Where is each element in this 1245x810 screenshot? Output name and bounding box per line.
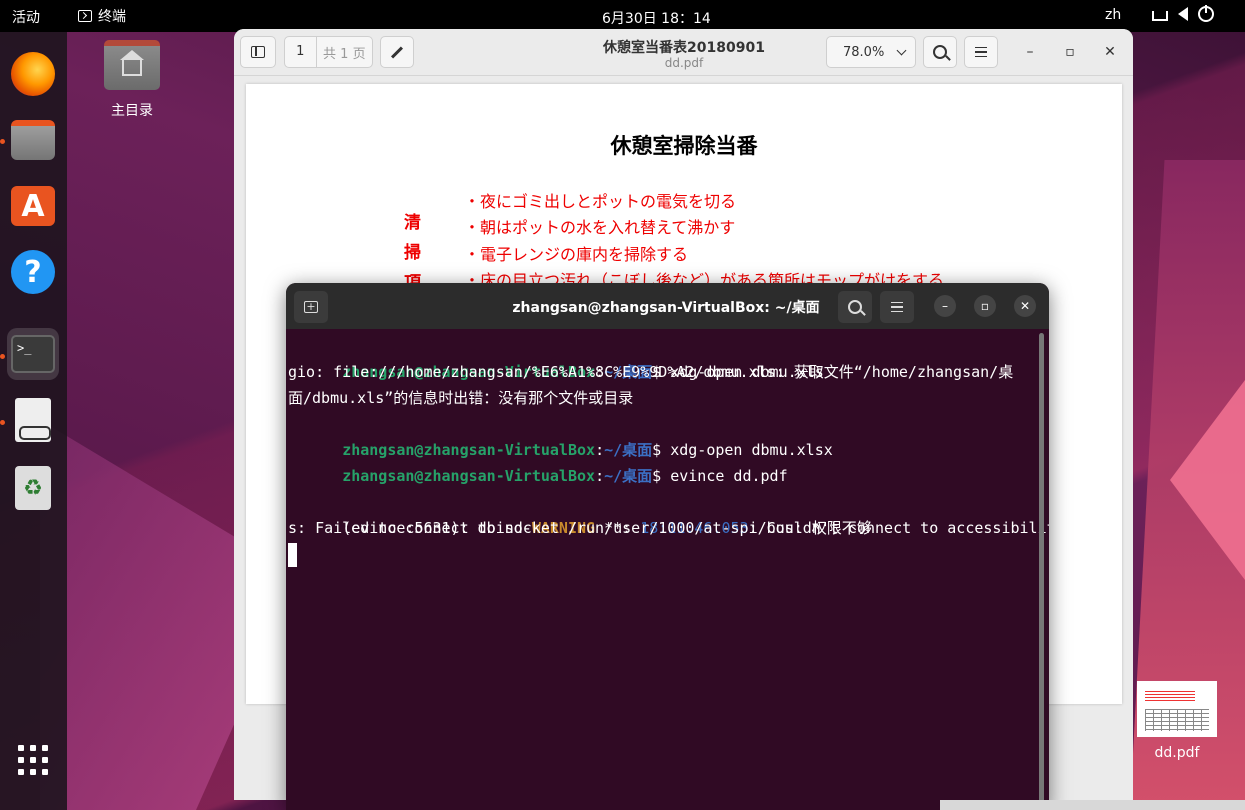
document-line: ・朝はポットの水を入れ替えて沸かす [464,218,736,237]
chevron-down-icon [896,45,907,55]
activities-button[interactable]: 活动 [12,7,40,27]
show-apps-button[interactable] [7,734,59,786]
window-title: 休憩室当番表20180901 [603,40,765,56]
prompt-dollar: $ [652,441,662,459]
terminal-scrollbar[interactable] [1039,333,1044,803]
document-line: ・夜にゴミ出しとポットの電気を切る [464,192,737,211]
minimize-button[interactable]: – [934,295,956,317]
search-icon [933,45,947,59]
maximize-button[interactable]: ▫ [1061,43,1079,61]
home-folder-icon [104,40,160,90]
system-tray[interactable] [1152,5,1214,22]
network-icon [1152,11,1168,21]
close-button[interactable]: ✕ [1014,295,1036,317]
running-indicator [0,420,5,425]
app-grid-icon [18,745,48,775]
running-indicator [0,139,5,144]
terminal-window: + zhangsan@zhangsan-VirtualBox: ~/桌面 – ▫… [286,283,1049,810]
terminal-line: (evince:5631): dbind-WARNING **: 18:11:4… [288,489,1049,537]
prompt-user: zhangsan@zhangsan-VirtualBox [342,441,596,459]
top-bar: 活动 终端 6月30日 18：14 zh [0,0,1245,32]
document-viewer-icon [15,398,51,442]
power-icon [1198,5,1214,22]
dock-firefox[interactable] [7,48,59,100]
viewer-header-bar: 1 共 1 页 休憩室当番表20180901 dd.pdf 78.0% – ▫ … [234,29,1133,76]
page-count: 共 1 页 [323,46,366,62]
warning-message: s: Failed to connect to socket /run/user… [288,519,872,537]
command-text: evince dd.pdf [661,467,788,485]
terminal-line [288,541,1038,567]
prompt-user: zhangsan@zhangsan-VirtualBox [342,467,596,485]
terminal-search-button[interactable] [838,291,872,323]
dock-terminal[interactable]: >_ [7,328,59,380]
volume-icon [1178,7,1188,21]
app-menu[interactable]: 终端 [78,6,126,26]
desktop-home-folder[interactable]: 主目录 [100,40,164,120]
dock-help[interactable]: ? [7,246,59,298]
running-indicator [0,354,5,359]
terminal-header-bar: + zhangsan@zhangsan-VirtualBox: ~/桌面 – ▫… [286,283,1049,329]
dock-document-viewer[interactable] [7,394,59,446]
prompt-separator: : [595,467,605,485]
document-heading: 休憩室掃除当番 [610,134,758,158]
prompt-path: ~/桌面 [604,441,653,459]
dock-trash[interactable]: ♻ [7,462,59,514]
side-label-char: 清 [404,213,421,233]
terminal-line: zhangsan@zhangsan-VirtualBox:~/桌面$ xdg-o… [288,411,1038,459]
zoom-value: 78.0% [843,44,885,60]
dock-app-center[interactable]: A [7,180,59,232]
error-text: gio: file:///home/zhangsan/%E6%A1%8C%E9%… [288,363,1014,381]
search-icon [848,300,862,314]
terminal-icon: >_ [11,335,55,373]
desktop-pdf-file[interactable]: dd.pdf [1137,681,1217,761]
side-label-char: 掃 [404,243,421,263]
input-method-indicator[interactable]: zh [1105,7,1121,23]
search-button[interactable] [923,36,957,68]
menu-button[interactable] [964,36,998,68]
prompt-separator: : [595,441,605,459]
maximize-button[interactable]: ▫ [974,295,996,317]
error-text: 面/dbmu.xls”的信息时出错：没有那个文件或目录 [288,389,634,407]
hamburger-menu-icon [975,47,987,57]
terminal-output[interactable]: zhangsan@zhangsan-VirtualBox:~/桌面$ xdg-o… [288,333,1049,567]
prompt-dollar: $ [652,467,662,485]
desktop-icon-label: 主目录 [111,103,153,119]
pen-icon [390,45,404,59]
clock[interactable]: 6月30日 18：14 [602,8,711,28]
close-button[interactable]: ✕ [1101,43,1119,61]
page-number-input[interactable]: 1 [285,37,317,67]
prompt-path: ~/桌面 [604,467,653,485]
zoom-selector[interactable]: 78.0% [826,36,916,68]
sidebar-toggle-button[interactable] [240,36,276,68]
vm-status-strip [940,800,1245,810]
pdf-thumbnail-icon [1137,681,1217,737]
terminal-title: zhangsan@zhangsan-VirtualBox: ~/桌面 [512,300,820,316]
document-line: ・電子レンジの庫内を掃除する [464,245,689,264]
firefox-icon [11,52,55,96]
dock: A ? >_ ♻ [0,32,67,810]
terminal-line: gio: file:///home/zhangsan/%E6%A1%8C%E9%… [288,359,1038,385]
page-selector[interactable]: 1 共 1 页 [284,36,373,68]
text-cursor [288,542,297,567]
terminal-menu-button[interactable] [880,291,914,323]
terminal-line: zhangsan@zhangsan-VirtualBox:~/桌面$ xdg-o… [288,333,1038,381]
terminal-line: 面/dbmu.xls”的信息时出错：没有那个文件或目录 [288,385,1038,411]
desktop-icon-label: dd.pdf [1154,745,1200,761]
new-tab-icon: + [304,301,318,313]
help-icon: ? [11,250,55,294]
dock-files[interactable] [7,114,59,166]
command-text: xdg-open dbmu.xlsx [661,441,833,459]
minimize-button[interactable]: – [1021,43,1039,61]
window-subtitle: dd.pdf [664,56,704,70]
app-center-icon: A [11,186,55,226]
app-menu-label: 终端 [98,9,126,25]
trash-icon: ♻ [15,466,51,510]
sidebar-icon [251,46,265,58]
terminal-icon [78,10,92,22]
annotate-button[interactable] [380,36,414,68]
new-tab-button[interactable]: + [294,291,328,323]
files-icon [11,120,55,160]
hamburger-menu-icon [891,302,903,312]
